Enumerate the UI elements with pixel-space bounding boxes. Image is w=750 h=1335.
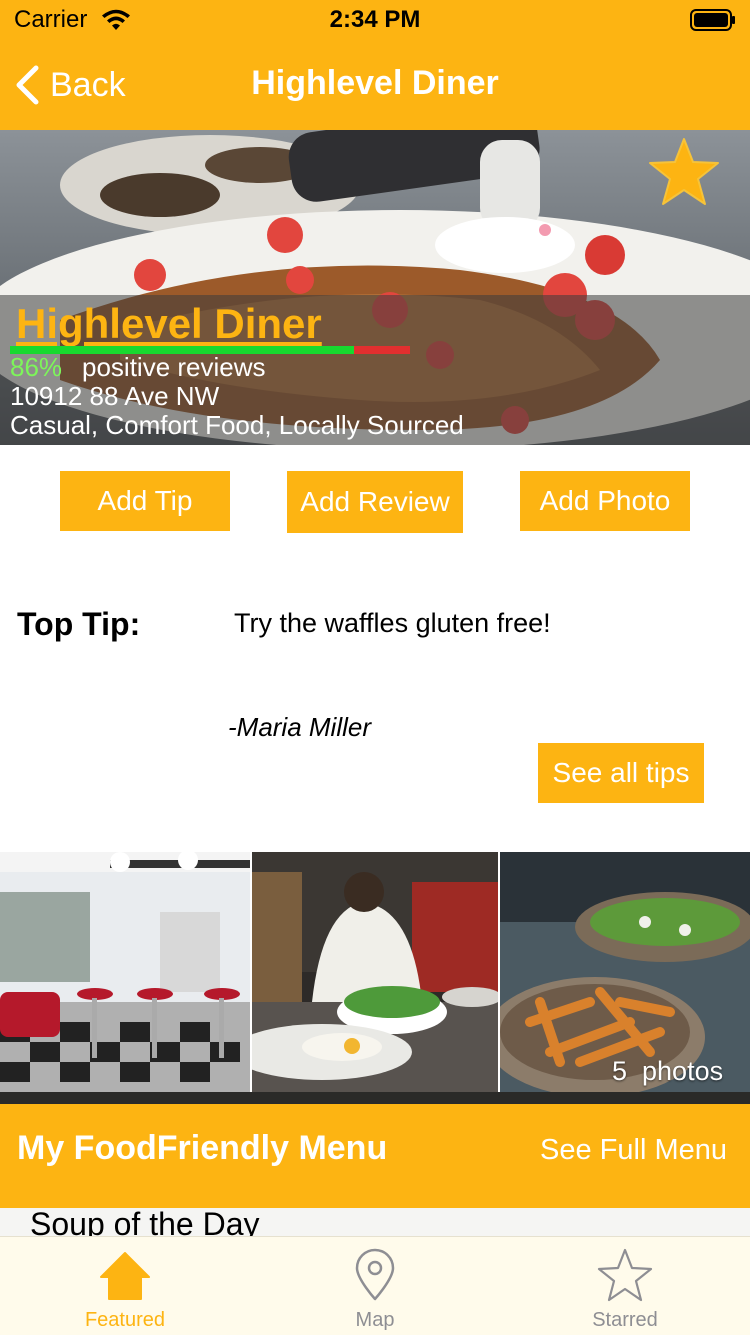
photo-count-label[interactable]: 5 photos — [612, 1056, 723, 1087]
house-icon — [100, 1252, 150, 1300]
back-label: Back — [50, 65, 126, 104]
status-time: 2:34 PM — [329, 6, 421, 33]
restaurant-address: 10912 88 Ave NW — [10, 381, 220, 411]
back-button[interactable]: Back — [14, 62, 126, 108]
chevron-left-icon — [16, 65, 39, 105]
tab-starred[interactable]: Starred — [500, 1237, 750, 1335]
map-pin-icon — [355, 1248, 395, 1301]
see-full-menu-link[interactable]: See Full Menu — [540, 1134, 727, 1167]
add-review-button[interactable]: Add Review — [287, 471, 463, 533]
top-tip-heading: Top Tip: — [17, 606, 141, 642]
add-photo-button[interactable]: Add Photo — [520, 471, 690, 531]
photo-chef-kitchen[interactable] — [252, 852, 498, 1092]
photo-diner-interior[interactable] — [0, 852, 250, 1092]
see-all-tips-button[interactable]: See all tips — [538, 743, 704, 803]
top-tip-text: Try the waffles gluten free! — [234, 608, 551, 638]
photo-gallery-shadow — [0, 1092, 750, 1104]
battery-icon — [690, 9, 735, 31]
menu-title: My FoodFriendly Menu — [17, 1129, 388, 1167]
top-tip-author: -Maria Miller — [228, 712, 371, 742]
rating-percent: 86% — [10, 352, 63, 382]
tab-map-label: Map — [355, 1309, 395, 1331]
tab-featured[interactable]: Featured — [0, 1237, 250, 1335]
rating-label: positive reviews — [82, 352, 266, 382]
restaurant-tags: Casual, Comfort Food, Locally Sourced — [10, 410, 464, 440]
tab-starred-label: Starred — [592, 1309, 658, 1331]
restaurant-name: Highlevel Diner — [16, 300, 322, 347]
add-tip-button[interactable]: Add Tip — [60, 471, 230, 531]
star-favorite-icon[interactable] — [648, 136, 720, 208]
tab-featured-label: Featured — [84, 1309, 166, 1331]
tab-bar: Featured Map Starred — [0, 1236, 750, 1335]
star-outline-icon — [597, 1248, 653, 1302]
tab-map[interactable]: Map — [250, 1237, 500, 1335]
